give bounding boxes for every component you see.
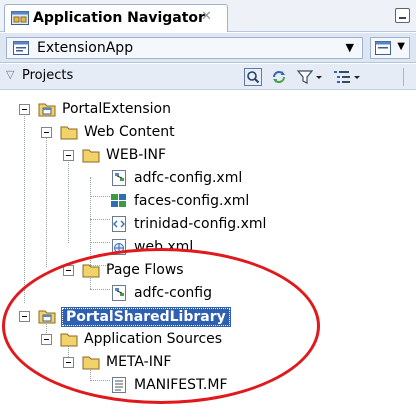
tree-item-label: Application Sources (84, 331, 223, 347)
folder-icon (60, 126, 78, 140)
tree-item-faces-config-xml[interactable]: faces-config.xml (0, 191, 330, 213)
refresh-icon[interactable] (270, 68, 288, 86)
tree-item-adfc-config[interactable]: adfc-config (0, 283, 300, 305)
xml-file-icon (112, 216, 126, 232)
application-name: ExtensionApp (37, 40, 134, 56)
application-select[interactable]: ExtensionApp ▼ (6, 37, 363, 59)
tree-item-label: web.xml (134, 239, 194, 255)
chevron-down-icon: ▼ (397, 41, 405, 52)
folder-icon (82, 264, 100, 278)
search-project-icon[interactable] (244, 68, 262, 86)
tree-item-meta-inf[interactable]: META-INF (0, 352, 300, 374)
task-flow-diagram-icon (112, 285, 126, 301)
application-bar: ExtensionApp ▼ ▼ (0, 33, 416, 63)
tree-item-page-flows[interactable]: Page Flows (0, 260, 300, 282)
projects-header: ▽ Projects (0, 64, 416, 90)
tree-item-web-content[interactable]: Web Content (0, 122, 300, 144)
tree-item-portalextension[interactable]: PortalExtension (0, 99, 300, 121)
minimize-icon[interactable] (395, 8, 410, 23)
application-menu-icon (375, 41, 391, 55)
project-folder-icon (38, 310, 56, 324)
faces-config-file-icon (111, 194, 126, 207)
collapse-icon[interactable] (63, 150, 74, 161)
collapse-icon[interactable] (41, 127, 52, 138)
collapse-icon[interactable] (63, 357, 74, 368)
tree-item-adfc-config-xml[interactable]: adfc-config.xml (0, 168, 330, 190)
tree-item-label: Web Content (84, 124, 175, 140)
sort-options-icon[interactable] (332, 68, 362, 86)
tree-item-label: MANIFEST.MF (134, 377, 228, 393)
tree-item-label: PortalExtension (62, 101, 171, 117)
tree-item-application-sources[interactable]: Application Sources (0, 329, 300, 351)
web-xml-file-icon (112, 239, 126, 255)
collapse-icon[interactable] (19, 104, 30, 115)
folder-icon (60, 333, 78, 347)
close-icon[interactable]: ✕ (201, 9, 212, 24)
folder-icon (82, 356, 100, 370)
tab-title: Application Navigator (33, 10, 205, 26)
tree-item-web-xml[interactable]: web.xml (0, 237, 300, 259)
project-folder-icon (38, 103, 56, 117)
folder-icon (82, 149, 100, 163)
navigator-icon (11, 11, 29, 25)
text-file-icon (112, 377, 126, 393)
filter-icon[interactable] (296, 68, 324, 86)
tree-item-label: faces-config.xml (134, 193, 250, 209)
application-menu-button[interactable]: ▼ (370, 37, 410, 59)
tree-item-web-inf[interactable]: WEB-INF (0, 145, 300, 167)
tree-item-label: PortalSharedLibrary (61, 307, 231, 327)
chevron-down-icon: ▼ (345, 41, 354, 54)
task-flow-file-icon (112, 170, 126, 186)
tree-item-label: adfc-config (134, 285, 212, 301)
tree-item-portalsharedlibrary[interactable]: PortalSharedLibrary (0, 306, 300, 328)
tab-application-navigator[interactable]: Application Navigator ✕ (4, 4, 228, 32)
tree-item-label: Page Flows (106, 262, 184, 278)
tab-strip: Application Navigator ✕ (0, 0, 416, 32)
collapse-icon[interactable] (19, 311, 30, 322)
project-tree: PortalExtension Web Content WEB-INF adfc… (0, 91, 416, 408)
application-icon (13, 41, 29, 55)
collapse-icon[interactable] (41, 334, 52, 345)
tree-item-manifest-mf[interactable]: MANIFEST.MF (0, 375, 300, 397)
projects-title: Projects (22, 68, 74, 83)
collapse-icon[interactable] (63, 265, 74, 276)
toolbar-separator (403, 68, 404, 86)
tree-item-label: META-INF (106, 354, 172, 370)
tree-item-trinidad-config-xml[interactable]: trinidad-config.xml (0, 214, 330, 236)
tree-item-label: trinidad-config.xml (134, 216, 267, 232)
tree-item-label: WEB-INF (106, 147, 166, 163)
collapse-panel-icon[interactable]: ▽ (6, 68, 14, 81)
tree-item-label: adfc-config.xml (134, 170, 243, 186)
